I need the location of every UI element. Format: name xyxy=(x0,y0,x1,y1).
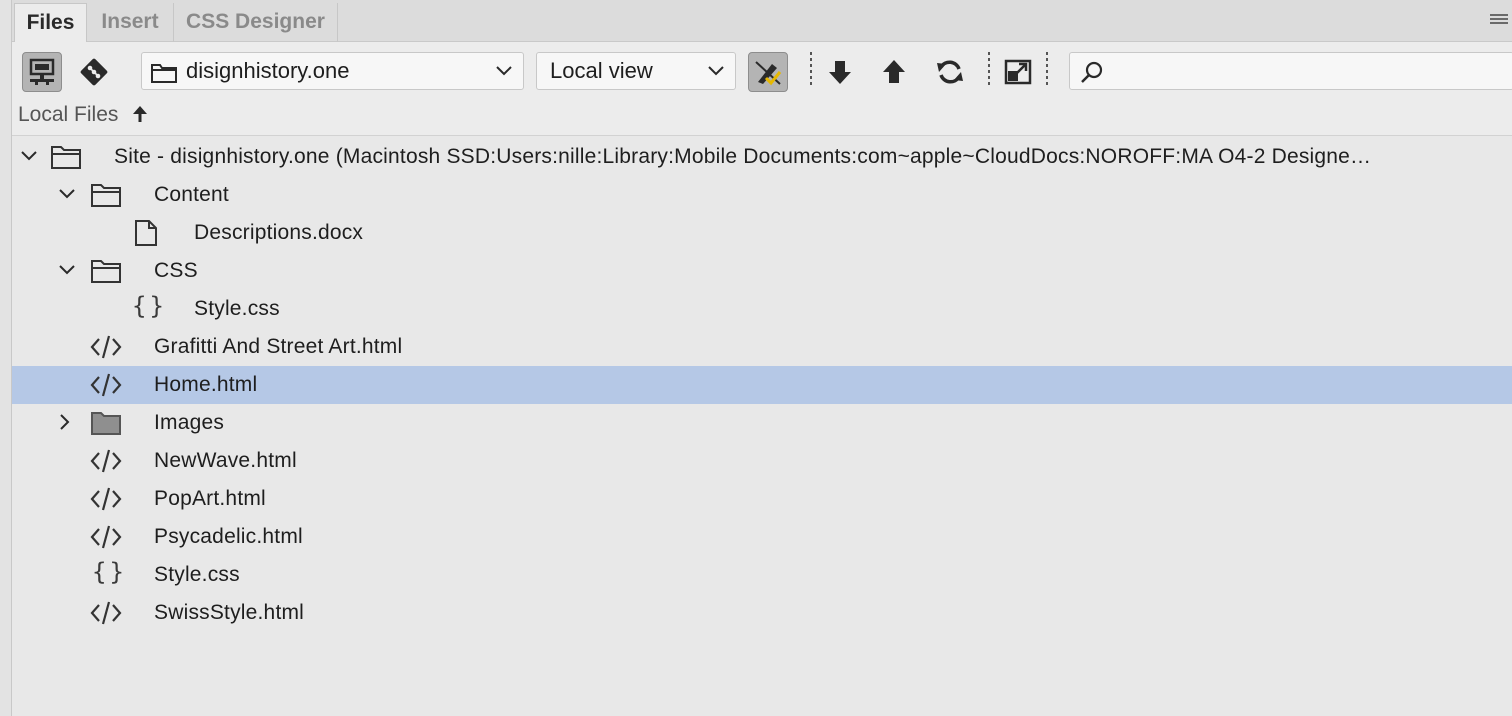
get-down-arrow-icon xyxy=(829,61,851,84)
document-file-icon xyxy=(135,220,157,246)
tree-row-file-html[interactable]: Psycadelic.html xyxy=(12,518,1512,556)
search-input[interactable] xyxy=(1114,53,1504,89)
folder-icon xyxy=(151,64,177,83)
css-braces-icon: {} xyxy=(132,292,167,320)
file-search[interactable] xyxy=(1069,52,1512,90)
tree-item-label: Site - disignhistory.one (Macintosh SSD:… xyxy=(114,145,1372,168)
put-button[interactable] xyxy=(874,52,914,92)
tree-row-file-css[interactable]: {} Style.css xyxy=(12,290,1512,328)
files-toolbar: disignhistory.one Local view xyxy=(12,42,1512,98)
refresh-icon xyxy=(937,60,963,84)
tree-item-label: NewWave.html xyxy=(154,449,297,472)
tree-item-label: Content xyxy=(154,183,229,206)
tree-item-label: Style.css xyxy=(194,297,280,320)
refresh-button[interactable] xyxy=(930,52,970,92)
tree-row-file-html-selected[interactable]: Home.html xyxy=(12,366,1512,404)
tree-row-file-html[interactable]: SwissStyle.html xyxy=(12,594,1512,632)
tree-item-label: Psycadelic.html xyxy=(154,525,303,548)
chevron-down-icon xyxy=(708,66,724,76)
tree-item-label: Home.html xyxy=(154,373,258,396)
tab-css-designer[interactable]: CSS Designer xyxy=(174,3,338,42)
column-header-label: Local Files xyxy=(18,103,119,126)
tree-row-folder-content[interactable]: Content xyxy=(12,176,1512,214)
tree-item-label: CSS xyxy=(154,259,198,282)
tree-row-site-root[interactable]: Site - disignhistory.one (Macintosh SSD:… xyxy=(12,138,1512,176)
git-icon xyxy=(80,58,108,86)
column-header-local-files[interactable]: Local Files xyxy=(12,98,1512,136)
tree-item-label: Descriptions.docx xyxy=(194,221,364,244)
folder-icon xyxy=(91,260,121,283)
tree-row-file-css[interactable]: {} Style.css xyxy=(12,556,1512,594)
folder-icon xyxy=(51,146,81,169)
expand-panel-icon xyxy=(1004,59,1032,85)
tree-item-label: Grafitti And Street Art.html xyxy=(154,335,403,358)
html-code-icon xyxy=(90,335,122,359)
tree-row-file-doc[interactable]: Descriptions.docx xyxy=(12,214,1512,252)
connect-button[interactable] xyxy=(22,52,62,92)
check-in-out-button[interactable] xyxy=(748,52,788,92)
tree-row-file-html[interactable]: Grafitti And Street Art.html xyxy=(12,328,1512,366)
panel-menu-icon[interactable] xyxy=(1490,14,1508,28)
tree-row-folder-css[interactable]: CSS xyxy=(12,252,1512,290)
toolbar-separator xyxy=(810,52,812,86)
tree-row-file-html[interactable]: NewWave.html xyxy=(12,442,1512,480)
tree-item-label: Style.css xyxy=(154,563,240,586)
tree-row-file-html[interactable]: PopArt.html xyxy=(12,480,1512,518)
html-code-icon xyxy=(90,525,122,549)
tree-item-label: Images xyxy=(154,411,225,434)
git-button[interactable] xyxy=(74,52,114,92)
html-code-icon xyxy=(90,487,122,511)
view-select-value: Local view xyxy=(550,58,653,83)
tree-item-label: SwissStyle.html xyxy=(154,601,305,624)
toolbar-separator xyxy=(988,52,990,86)
css-braces-icon: {} xyxy=(92,558,127,586)
search-icon xyxy=(1081,61,1103,83)
panel-tabbar: Files Insert CSS Designer xyxy=(12,0,1512,43)
html-code-icon xyxy=(90,373,122,397)
toolbar-separator xyxy=(1046,52,1048,86)
site-select-value: disignhistory.one xyxy=(186,58,350,83)
site-select[interactable]: disignhistory.one xyxy=(141,52,524,90)
html-code-icon xyxy=(90,601,122,625)
chevron-down-icon[interactable] xyxy=(58,185,76,203)
connect-to-remote-icon xyxy=(29,58,55,85)
get-button[interactable] xyxy=(820,52,860,92)
put-up-arrow-icon xyxy=(883,60,905,83)
chevron-down-icon[interactable] xyxy=(58,261,76,279)
html-code-icon xyxy=(90,449,122,473)
expand-panel-button[interactable] xyxy=(998,52,1038,92)
folder-filled-icon xyxy=(91,412,121,435)
chevron-down-icon xyxy=(496,66,512,76)
folder-icon xyxy=(91,184,121,207)
file-tree: Site - disignhistory.one (Macintosh SSD:… xyxy=(12,138,1512,716)
view-select[interactable]: Local view xyxy=(536,52,736,90)
chevron-down-icon[interactable] xyxy=(20,147,38,165)
tab-insert[interactable]: Insert xyxy=(87,3,174,42)
sort-ascending-icon xyxy=(133,106,147,122)
tab-files[interactable]: Files xyxy=(14,3,87,43)
tree-item-label: PopArt.html xyxy=(154,487,266,510)
panel-left-edge xyxy=(0,0,12,716)
chevron-right-icon[interactable] xyxy=(56,413,74,431)
check-in-out-icon xyxy=(755,61,782,86)
tree-row-folder-images[interactable]: Images xyxy=(12,404,1512,442)
